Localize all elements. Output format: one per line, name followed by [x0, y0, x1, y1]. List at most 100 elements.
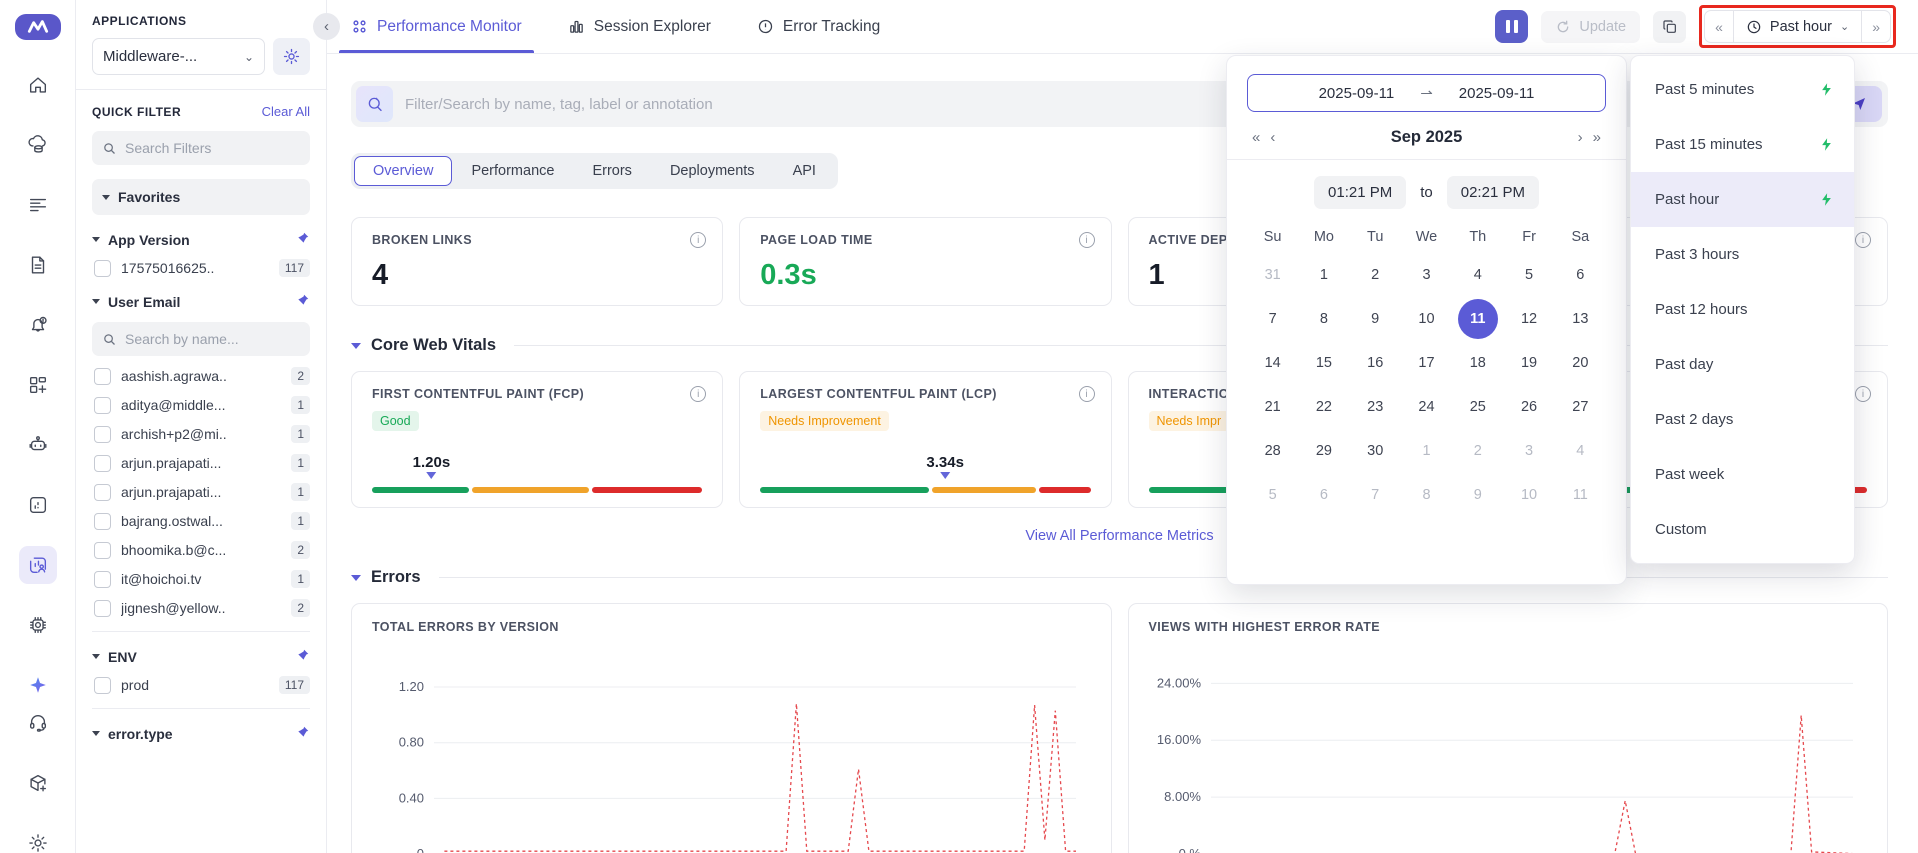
calendar-day[interactable]: 2 [1458, 431, 1498, 471]
calendar-day[interactable]: 1 [1406, 431, 1446, 471]
calendar-day[interactable]: 16 [1355, 343, 1395, 383]
time-menu-item[interactable]: Past 3 hours [1631, 227, 1854, 282]
calendar-day[interactable]: 2 [1355, 255, 1395, 295]
calendar-day[interactable]: 22 [1304, 387, 1344, 427]
chevron-down-icon[interactable] [351, 574, 361, 581]
info-icon[interactable]: i [1855, 232, 1871, 248]
calendar-day[interactable]: 17 [1406, 343, 1446, 383]
chevron-down-icon[interactable] [351, 342, 361, 349]
checkbox[interactable] [94, 396, 111, 414]
tab-error-tracking[interactable]: Error Tracking [757, 0, 880, 53]
time-shift-back-button[interactable]: « [1705, 11, 1733, 42]
filter-item[interactable]: bajrang.ostwal... 1 [92, 512, 310, 530]
bot-icon[interactable] [19, 426, 57, 464]
tab-performance-monitor[interactable]: Performance Monitor [339, 0, 534, 53]
subtab-errors[interactable]: Errors [573, 156, 650, 186]
settings-gear-icon[interactable] [19, 824, 57, 853]
calendar-day[interactable]: 27 [1560, 387, 1600, 427]
filter-item[interactable]: archish+p2@mi.. 1 [92, 425, 310, 443]
next-month-button[interactable]: › [1573, 129, 1588, 146]
calendar-day[interactable]: 20 [1560, 343, 1600, 383]
subtab-api[interactable]: API [774, 156, 835, 186]
calendar-day-selected[interactable]: 11 [1457, 299, 1498, 339]
prev-year-button[interactable]: « [1247, 129, 1265, 146]
time-menu-item[interactable]: Custom [1631, 502, 1854, 557]
ai-sparkle-icon[interactable] [19, 666, 57, 704]
calendar-day[interactable]: 3 [1509, 431, 1549, 471]
pause-button[interactable] [1495, 10, 1529, 43]
calendar-day[interactable]: 28 [1253, 431, 1293, 471]
tab-session-explorer[interactable]: Session Explorer [568, 0, 711, 53]
filter-item[interactable]: aashish.agrawa.. 2 [92, 367, 310, 385]
calendar-day[interactable]: 25 [1458, 387, 1498, 427]
middleware-logo[interactable] [14, 14, 61, 40]
filter-item[interactable]: jignesh@yellow.. 2 [92, 599, 310, 617]
info-icon[interactable]: i [1078, 232, 1095, 248]
time-menu-item[interactable]: Past 12 hours [1631, 282, 1854, 337]
calendar-day[interactable]: 3 [1406, 255, 1446, 295]
time-menu-item[interactable]: Past 2 days [1631, 392, 1854, 447]
calendar-day[interactable]: 5 [1509, 255, 1549, 295]
calendar-day[interactable]: 15 [1304, 343, 1344, 383]
calendar-day[interactable]: 5 [1253, 475, 1293, 515]
filter-item[interactable]: bhoomika.b@c... 2 [92, 541, 310, 559]
calendar-day[interactable]: 24 [1406, 387, 1446, 427]
time-to-input[interactable]: 02:21 PM [1446, 176, 1539, 209]
processes-chip-icon[interactable] [19, 606, 57, 644]
calendar-day[interactable]: 9 [1458, 475, 1498, 515]
filter-search-input[interactable]: Search Filters [92, 131, 310, 165]
calendar-day[interactable]: 13 [1560, 299, 1600, 339]
filter-item[interactable]: prod 117 [92, 676, 310, 694]
dashboards-add-icon[interactable] [19, 366, 57, 404]
calendar-day[interactable]: 30 [1355, 431, 1395, 471]
calendar-day[interactable]: 10 [1406, 299, 1446, 339]
subtab-deployments[interactable]: Deployments [651, 156, 774, 186]
date-range-input[interactable]: 2025-09-11 ⇀ 2025-09-11 [1247, 74, 1606, 112]
filter-item[interactable]: 17575016625.. 117 [92, 259, 310, 277]
calendar-day[interactable]: 8 [1406, 475, 1446, 515]
alerting-icon[interactable] [19, 486, 57, 524]
subtab-performance[interactable]: Performance [452, 156, 573, 186]
calendar-day[interactable]: 9 [1355, 299, 1395, 339]
calendar-day[interactable]: 7 [1355, 475, 1395, 515]
checkbox[interactable] [94, 259, 111, 277]
reports-icon[interactable] [19, 246, 57, 284]
pin-icon[interactable] [296, 725, 310, 742]
calendar-day[interactable]: 29 [1304, 431, 1344, 471]
logs-icon[interactable] [19, 186, 57, 224]
time-menu-item[interactable]: Past hour [1631, 172, 1854, 227]
collapse-panel-button[interactable]: ‹ [313, 13, 340, 40]
info-icon[interactable]: i [1078, 386, 1095, 402]
time-shift-forward-button[interactable]: » [1862, 11, 1890, 42]
calendar-day[interactable]: 8 [1304, 299, 1344, 339]
calendar-day[interactable]: 21 [1253, 387, 1293, 427]
integrations-box-icon[interactable] [19, 764, 57, 802]
clear-all-link[interactable]: Clear All [262, 104, 310, 119]
checkbox[interactable] [94, 570, 111, 588]
time-menu-item[interactable]: Past day [1631, 337, 1854, 392]
time-menu-item[interactable]: Past 5 minutes [1631, 62, 1854, 117]
calendar-day[interactable]: 1 [1304, 255, 1344, 295]
favorites-toggle[interactable]: Favorites [92, 179, 310, 215]
calendar-day[interactable]: 14 [1253, 343, 1293, 383]
time-range-dropdown[interactable]: Past hour ⌄ [1732, 11, 1863, 42]
pin-icon[interactable] [296, 293, 310, 310]
calendar-day[interactable]: 23 [1355, 387, 1395, 427]
calendar-day[interactable]: 10 [1509, 475, 1549, 515]
calendar-day[interactable]: 11 [1560, 475, 1600, 515]
filter-item[interactable]: aditya@middle... 1 [92, 396, 310, 414]
calendar-day[interactable]: 12 [1509, 299, 1549, 339]
calendar-day[interactable]: 4 [1560, 431, 1600, 471]
checkbox[interactable] [94, 512, 111, 530]
info-icon[interactable]: i [690, 232, 707, 248]
time-from-input[interactable]: 01:21 PM [1314, 176, 1407, 209]
subtab-overview[interactable]: Overview [354, 156, 453, 186]
section-user-email[interactable]: User Email [92, 293, 310, 310]
section-error-type[interactable]: error.type [92, 725, 310, 742]
update-button[interactable]: Update [1541, 10, 1641, 43]
alerts-bell-icon[interactable] [19, 306, 57, 344]
calendar-day[interactable]: 31 [1253, 255, 1293, 295]
prev-month-button[interactable]: ‹ [1265, 129, 1280, 146]
application-settings-button[interactable] [273, 38, 310, 75]
support-headset-icon[interactable] [19, 704, 57, 742]
